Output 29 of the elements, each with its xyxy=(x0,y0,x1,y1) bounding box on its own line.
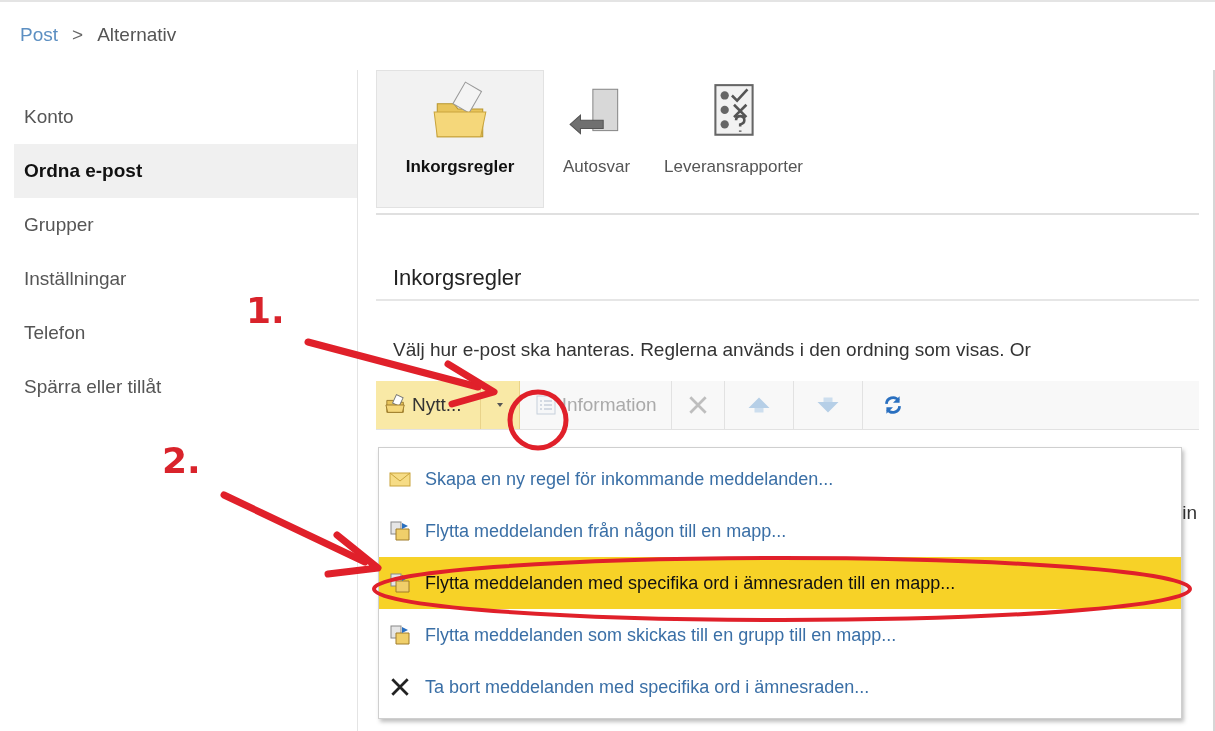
sidebar-item[interactable]: Grupper xyxy=(14,198,100,252)
new-button[interactable]: Nytt... xyxy=(376,381,481,429)
ribbon-button[interactable]: Autosvar xyxy=(548,70,646,208)
sidebar-item[interactable]: Spärra eller tillåt xyxy=(14,360,168,414)
caret-icon xyxy=(494,402,505,408)
menu-item[interactable]: Flytta meddelanden som skickas till en grupp till en mapp... xyxy=(379,609,1181,661)
description-text: Välj hur e-post ska hanteras. Reglerna används i den ordning som visas. Or xyxy=(392,338,1032,362)
menu-item[interactable]: Flytta meddelanden med specifika ord i ämnesraden till en mapp... xyxy=(379,557,1181,609)
ribbon-button[interactable]: Leveransrapporter xyxy=(649,70,818,208)
sidebar-item[interactable]: Ordna e-post xyxy=(14,144,357,198)
breadcrumb-current: Alternativ xyxy=(97,24,177,46)
list-icon xyxy=(533,394,558,416)
sidebar-item[interactable]: Telefon xyxy=(14,306,92,360)
breadcrumb-separator: > xyxy=(72,24,84,46)
list-text: in xyxy=(1182,502,1197,524)
stacked-folders-icon xyxy=(389,520,411,542)
menu-item[interactable]: Flytta meddelanden från någon till en mapp... xyxy=(379,505,1181,557)
sidebar-item[interactable]: Konto xyxy=(14,90,80,144)
annotation-label: 1. xyxy=(246,290,285,331)
menu-item[interactable]: Ta bort meddelanden med specifika ord i ämnesraden... xyxy=(379,661,1181,713)
annotation-label: 2. xyxy=(162,440,201,481)
menu-item[interactable]: Skapa en ny regel för inkommande meddelanden... xyxy=(379,453,1181,505)
open-folder-icon xyxy=(384,394,408,416)
ribbon-button[interactable]: Inkorgsregler xyxy=(376,70,544,208)
section-title: Inkorgsregler xyxy=(392,265,523,292)
stacked-folders-icon xyxy=(389,572,411,594)
sidebar-item[interactable]: Inställningar xyxy=(14,252,133,306)
x-icon xyxy=(389,676,411,698)
stacked-folders-icon xyxy=(389,624,411,646)
